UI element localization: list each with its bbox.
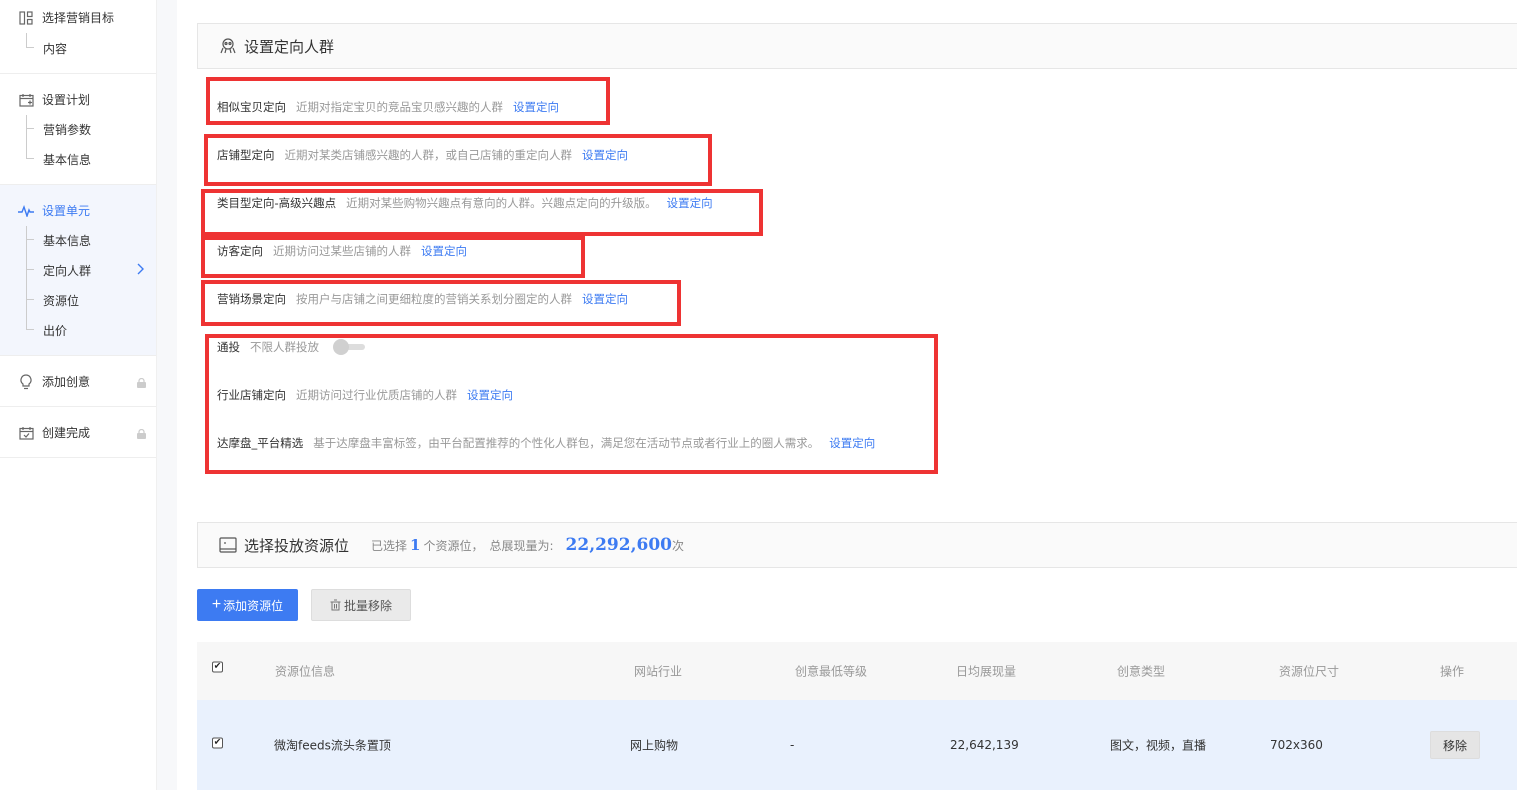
col-industry: 网站行业	[634, 664, 683, 679]
total-unit: 次	[672, 539, 685, 553]
select-all-checkbox[interactable]: ✔	[212, 661, 223, 673]
sidebar-head-label: 设置单元	[42, 204, 91, 218]
resource-min-level: -	[790, 738, 795, 752]
sidebar-head-plan[interactable]: 设置计划	[18, 91, 90, 108]
sidebar-head-marketing-goal[interactable]: 选择营销目标	[18, 9, 114, 26]
highlight-box	[206, 77, 610, 125]
plus-icon: +	[211, 596, 222, 613]
col-min-level: 创意最低等级	[795, 664, 868, 679]
highlight-box	[201, 236, 585, 278]
resource-name: 微淘feeds流头条置顶	[274, 738, 391, 753]
grid-icon	[18, 10, 34, 26]
sidebar-head-label: 添加创意	[42, 375, 91, 389]
total-label: 总展现量为:	[489, 539, 554, 553]
sidebar-head-label: 选择营销目标	[42, 11, 115, 25]
resource-size: 702x360	[1270, 738, 1323, 752]
remove-button[interactable]: 移除	[1430, 731, 1480, 759]
sidebar: 选择营销目标 内容 设置计划 营销参数 基本信息 设置单元 基本信息 定向人群 …	[0, 0, 157, 790]
audience-icon	[218, 36, 238, 56]
sidebar-group-plan: 设置计划 营销参数 基本信息	[0, 74, 156, 185]
summary-prefix: 已选择	[371, 539, 408, 553]
sidebar-group-unit: 设置单元 基本信息 定向人群 资源位 出价	[0, 185, 156, 356]
sidebar-head-label: 创建完成	[42, 426, 91, 440]
add-resource-label: 添加资源位	[223, 598, 284, 613]
col-action: 操作	[1440, 664, 1465, 679]
total-views-value: 22,292,600	[565, 535, 672, 555]
sidebar-item-marketing-params[interactable]: 营销参数	[43, 121, 91, 138]
batch-remove-label: 批量移除	[343, 598, 392, 613]
selected-count: 1	[410, 536, 421, 554]
sidebar-item-unit-basic-info[interactable]: 基本信息	[43, 232, 91, 249]
sidebar-head-done[interactable]: 创建完成	[18, 424, 90, 441]
sidebar-head-unit[interactable]: 设置单元	[18, 202, 90, 219]
table-row: ✔ 微淘feeds流头条置顶 网上购物 - 22,642,139 图文，视频，直…	[197, 700, 1517, 790]
col-resource-info: 资源位信息	[275, 664, 336, 679]
col-creative-type: 创意类型	[1117, 664, 1166, 679]
sidebar-item-basic-info[interactable]: 基本信息	[43, 151, 91, 168]
sidebar-item-target-audience[interactable]: 定向人群	[43, 262, 91, 279]
pulse-icon	[18, 203, 34, 219]
sidebar-head-creative[interactable]: 添加创意	[18, 373, 90, 390]
targeting-section-header: 设置定向人群	[197, 23, 1517, 69]
targeting-section-title: 设置定向人群	[244, 37, 335, 56]
sidebar-item-content[interactable]: 内容	[43, 40, 67, 57]
resource-section-header: 选择投放资源位 已选择 1 个资源位， 总展现量为: 22,292,600 次	[197, 522, 1517, 568]
highlight-box	[201, 280, 681, 326]
lock-icon	[137, 377, 146, 388]
batch-remove-button[interactable]: 批量移除	[311, 589, 411, 621]
resource-table-header: ✔ 资源位信息 网站行业 创意最低等级 日均展现量 创意类型 资源位尺寸 操作	[197, 642, 1517, 700]
col-daily-views: 日均展现量	[956, 664, 1017, 679]
resource-industry: 网上购物	[630, 738, 679, 753]
sidebar-item-bid[interactable]: 出价	[43, 322, 67, 339]
summary-suffix: 个资源位，	[423, 539, 484, 553]
row-checkbox[interactable]: ✔	[212, 737, 223, 749]
highlight-box	[205, 334, 938, 474]
add-resource-button[interactable]: + 添加资源位	[197, 589, 298, 621]
highlight-box	[204, 134, 712, 186]
layout-gutter	[157, 0, 177, 790]
window-icon	[218, 535, 238, 555]
sidebar-item-resource-slot[interactable]: 资源位	[43, 292, 79, 309]
sidebar-head-label: 设置计划	[42, 93, 91, 107]
col-size: 资源位尺寸	[1279, 664, 1340, 679]
calendar-check-icon	[18, 425, 34, 441]
bulb-icon	[18, 373, 34, 390]
calendar-icon	[18, 92, 34, 108]
sidebar-group-done: 创建完成	[0, 407, 156, 458]
sidebar-group-marketing-goal: 选择营销目标 内容	[0, 0, 156, 74]
main-content: 设置定向人群 相似宝贝定向 近期对指定宝贝的竞品宝贝感兴趣的人群 设置定向 店铺…	[177, 0, 1517, 790]
resource-creative-types: 图文，视频，直播	[1110, 738, 1207, 753]
highlight-box	[201, 189, 763, 236]
lock-icon	[137, 428, 146, 439]
resource-section-title: 选择投放资源位	[244, 536, 350, 555]
resource-summary: 已选择 1 个资源位， 总展现量为: 22,292,600 次	[371, 535, 684, 555]
trash-icon	[330, 599, 341, 611]
sidebar-group-creative: 添加创意	[0, 356, 156, 407]
resource-daily-views: 22,642,139	[950, 738, 1019, 752]
chevron-right-icon	[137, 263, 145, 278]
